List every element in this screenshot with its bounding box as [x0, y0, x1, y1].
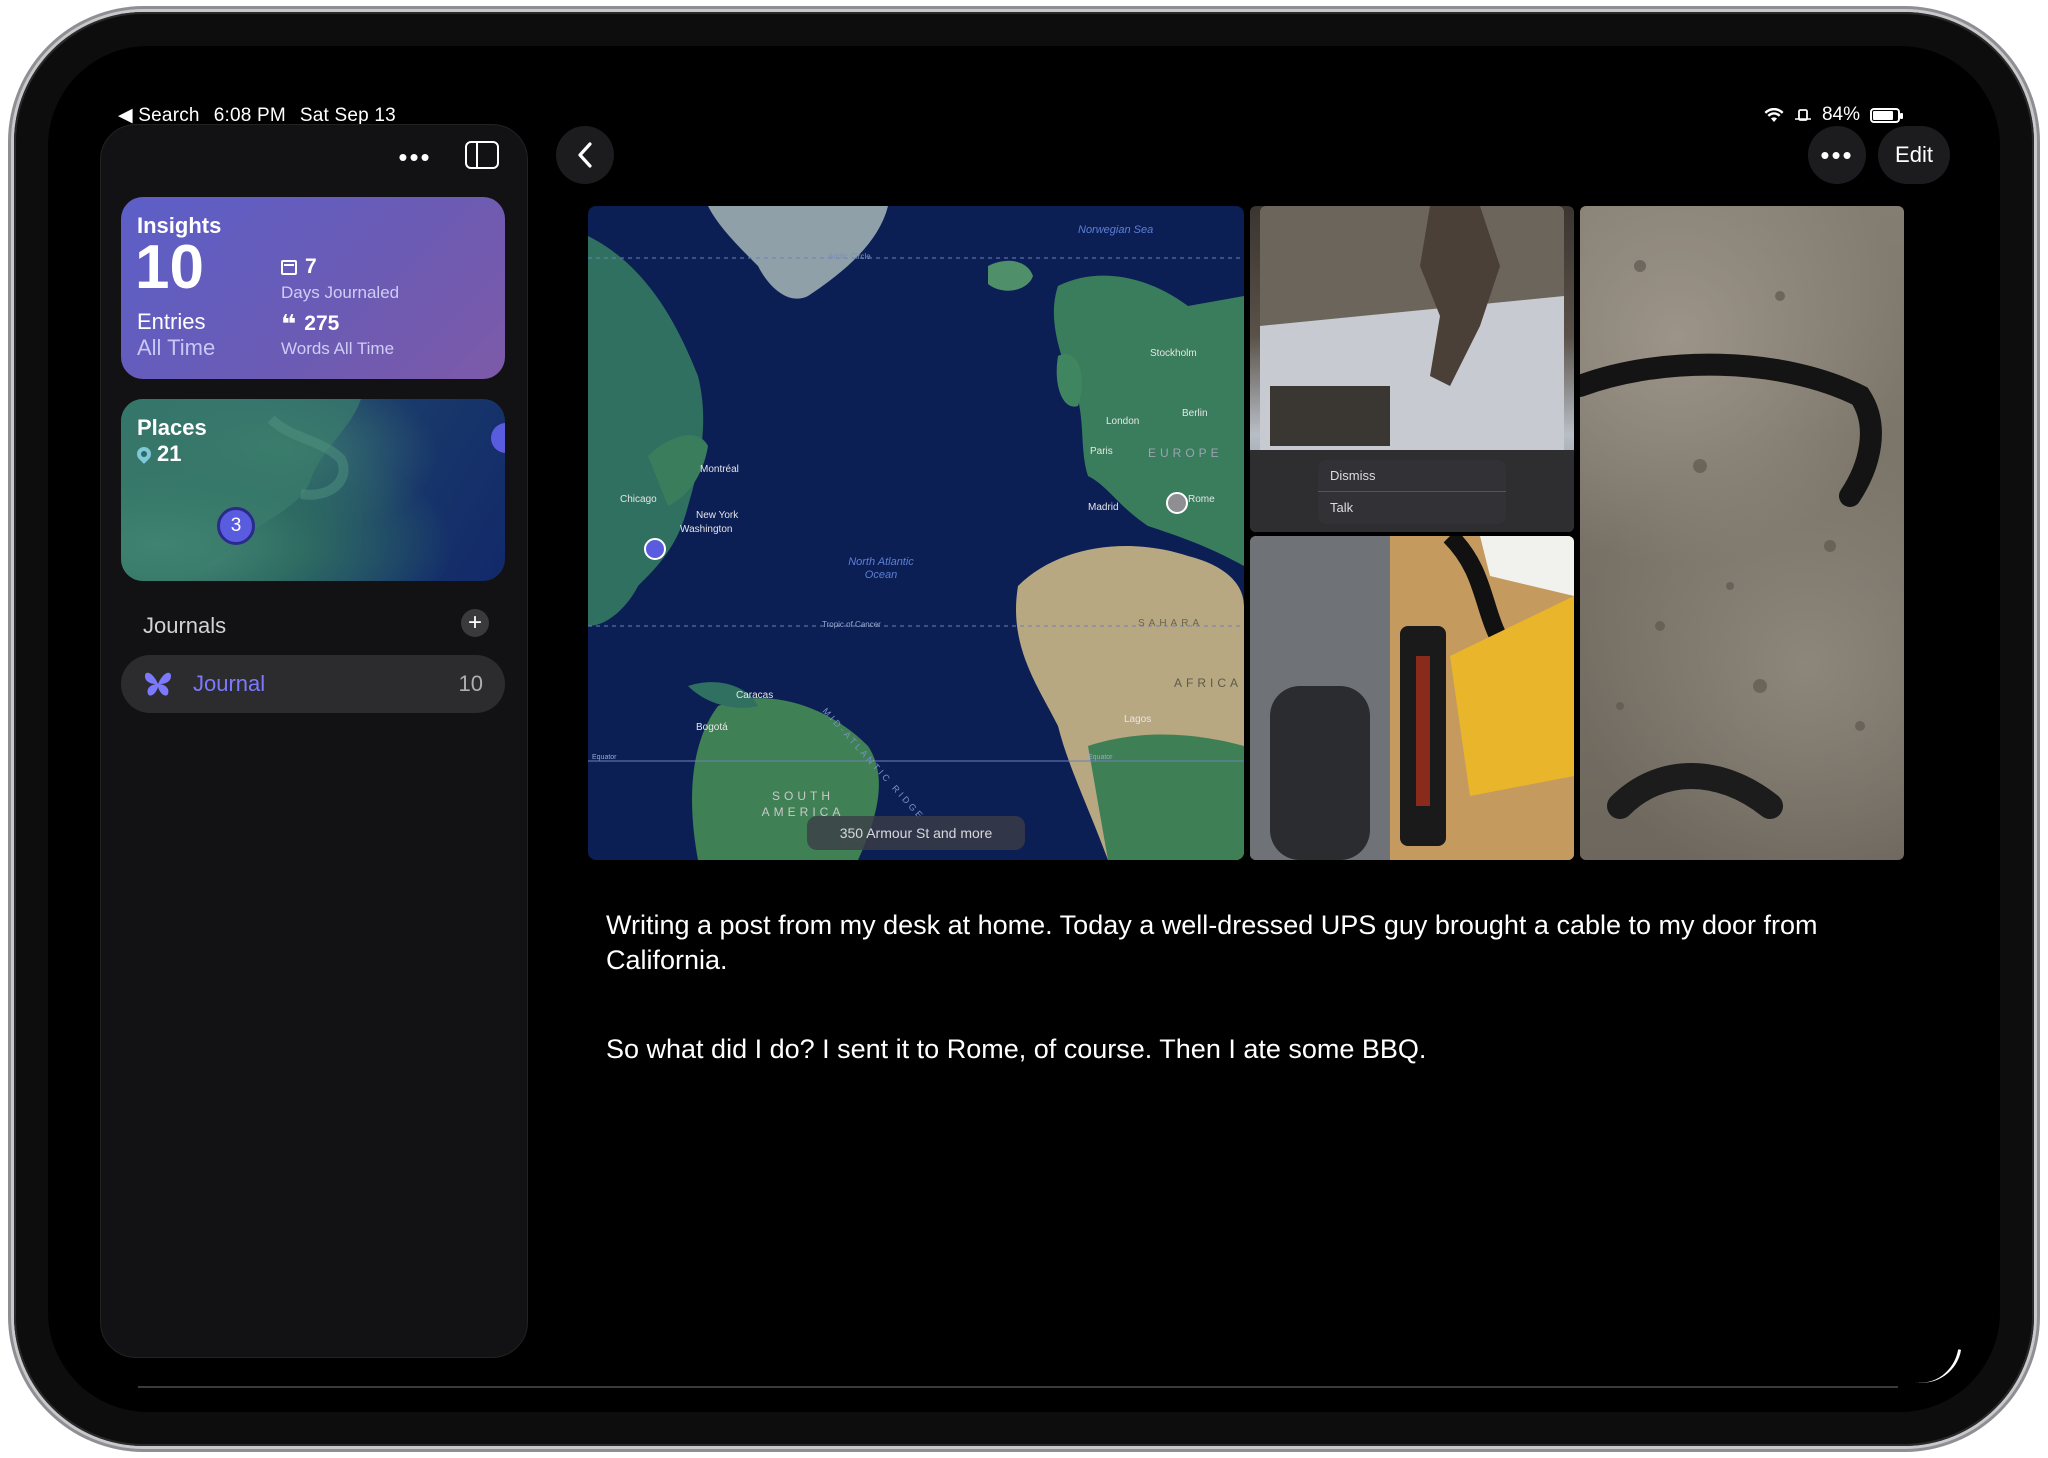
- pencil-indicator-icon: [1914, 1342, 1962, 1390]
- talk-option: Talk: [1330, 500, 1354, 515]
- map-label-rome: Rome: [1188, 494, 1215, 505]
- words-stat: ❝ 275: [281, 311, 339, 337]
- back-button[interactable]: [556, 126, 614, 184]
- status-bar-right: 84%: [1764, 104, 1903, 126]
- photo-cable-scene: [1250, 536, 1574, 860]
- places-title: Places: [137, 415, 207, 440]
- words-count: 275: [304, 312, 340, 335]
- map-label-arctic-circle: Arctic Circle: [828, 252, 871, 261]
- map-label-london: London: [1106, 416, 1140, 427]
- journals-heading: Journals: [143, 613, 227, 638]
- map-label-europe: EUROPE: [1148, 446, 1223, 460]
- entry-paragraph: So what did I do? I sent it to Rome, of …: [606, 1034, 1427, 1064]
- journal-list-item[interactable]: Journal 10: [121, 655, 505, 713]
- days-count: 7: [305, 255, 317, 278]
- chevron-left-icon: [578, 142, 592, 168]
- places-count-row: 21: [134, 441, 182, 467]
- map-label-tropic: Tropic of Cancer: [822, 620, 881, 629]
- map-label-africa: AFRICA: [1174, 676, 1243, 690]
- words-label: Words All Time: [281, 339, 395, 358]
- map-marker-rome[interactable]: [1166, 492, 1188, 514]
- map-label-chicago: Chicago: [620, 494, 657, 505]
- photo-pavement-scene: [1580, 260, 1882, 819]
- sidebar: ••• Insights 10 Entries All Time 7 Days …: [100, 124, 528, 1358]
- ellipsis-icon: •••: [398, 141, 432, 172]
- orientation-lock-icon: [1794, 109, 1811, 121]
- photo-pavement-shadow[interactable]: [1580, 206, 1904, 860]
- wifi-icon: [1764, 107, 1784, 122]
- entry-more-button[interactable]: •••: [1808, 126, 1866, 184]
- map-caption: 350 Armour St and more: [807, 816, 1025, 850]
- map-label-madrid: Madrid: [1088, 502, 1119, 513]
- map-label-bogota: Bogotá: [696, 722, 728, 733]
- sidebar-toggle-icon[interactable]: [465, 141, 499, 169]
- map-label-norwegian-sea: Norwegian Sea: [1078, 224, 1154, 236]
- battery-fill: [1873, 110, 1893, 120]
- map-label-lagos: Lagos: [1124, 714, 1152, 725]
- entry-body[interactable]: Writing a post from my desk at home. Tod…: [606, 908, 1906, 1121]
- butterfly-icon: [145, 672, 171, 696]
- add-journal-button[interactable]: +: [461, 609, 489, 637]
- map-label-montreal: Montréal: [700, 464, 739, 475]
- battery-percent: 84%: [1821, 104, 1860, 125]
- map-marker-us[interactable]: [644, 538, 666, 560]
- photo-dialog: Dismiss Talk: [1318, 460, 1506, 524]
- photo-cable-on-desk[interactable]: [1250, 536, 1574, 860]
- map-label-paris: Paris: [1090, 446, 1113, 457]
- journal-label: Journal: [193, 671, 266, 696]
- entries-period: All Time: [137, 335, 216, 360]
- map-label-equator-left: Equator: [592, 754, 617, 761]
- places-card[interactable]: Places 21 3: [121, 399, 505, 581]
- location-pin-icon: [134, 444, 154, 464]
- dismiss-option: Dismiss: [1318, 460, 1506, 492]
- ipad-frame: ◀ Search 6:08 PM Sat Sep 13 84% ••• Insi…: [14, 12, 2034, 1446]
- photo-ups-delivery[interactable]: Dismiss Talk: [1250, 206, 1574, 532]
- insights-card[interactable]: Insights 10 Entries All Time 7 Days Jour…: [121, 197, 505, 379]
- journal-count: 10: [458, 671, 483, 696]
- map-label-berlin: Berlin: [1182, 408, 1208, 419]
- days-label: Days Journaled: [281, 283, 400, 302]
- map-cluster-marker[interactable]: 3: [217, 507, 255, 545]
- map-label-caracas: Caracas: [736, 690, 774, 701]
- entries-label: Entries: [137, 309, 206, 334]
- entry-paragraph: Writing a post from my desk at home. Tod…: [606, 910, 1818, 975]
- map-label-washington: Washington: [680, 524, 733, 535]
- map-label-north-atlantic: North Atlantic Ocean: [848, 556, 914, 581]
- map-label-new-york: New York: [696, 510, 739, 521]
- screen: ◀ Search 6:08 PM Sat Sep 13 84% ••• Insi…: [48, 46, 2000, 1412]
- quote-icon: ❝: [281, 309, 297, 339]
- places-count: 21: [157, 441, 182, 466]
- entry-map[interactable]: Norwegian Sea Arctic Circle Stockholm Lo…: [588, 206, 1244, 860]
- map-label-stockholm: Stockholm: [1150, 348, 1197, 359]
- ellipsis-icon: •••: [1820, 139, 1854, 170]
- edit-button[interactable]: Edit: [1878, 126, 1950, 184]
- battery-icon: [1870, 107, 1903, 123]
- days-journaled-stat: 7: [281, 255, 317, 279]
- calendar-icon: [281, 259, 297, 275]
- bottom-divider: [138, 1386, 1898, 1388]
- map-label-sahara: SAHARA: [1138, 618, 1204, 629]
- sidebar-more-button[interactable]: •••: [395, 137, 435, 177]
- entries-count: 10: [135, 233, 204, 302]
- map-label-equator-right: Equator: [1088, 754, 1113, 761]
